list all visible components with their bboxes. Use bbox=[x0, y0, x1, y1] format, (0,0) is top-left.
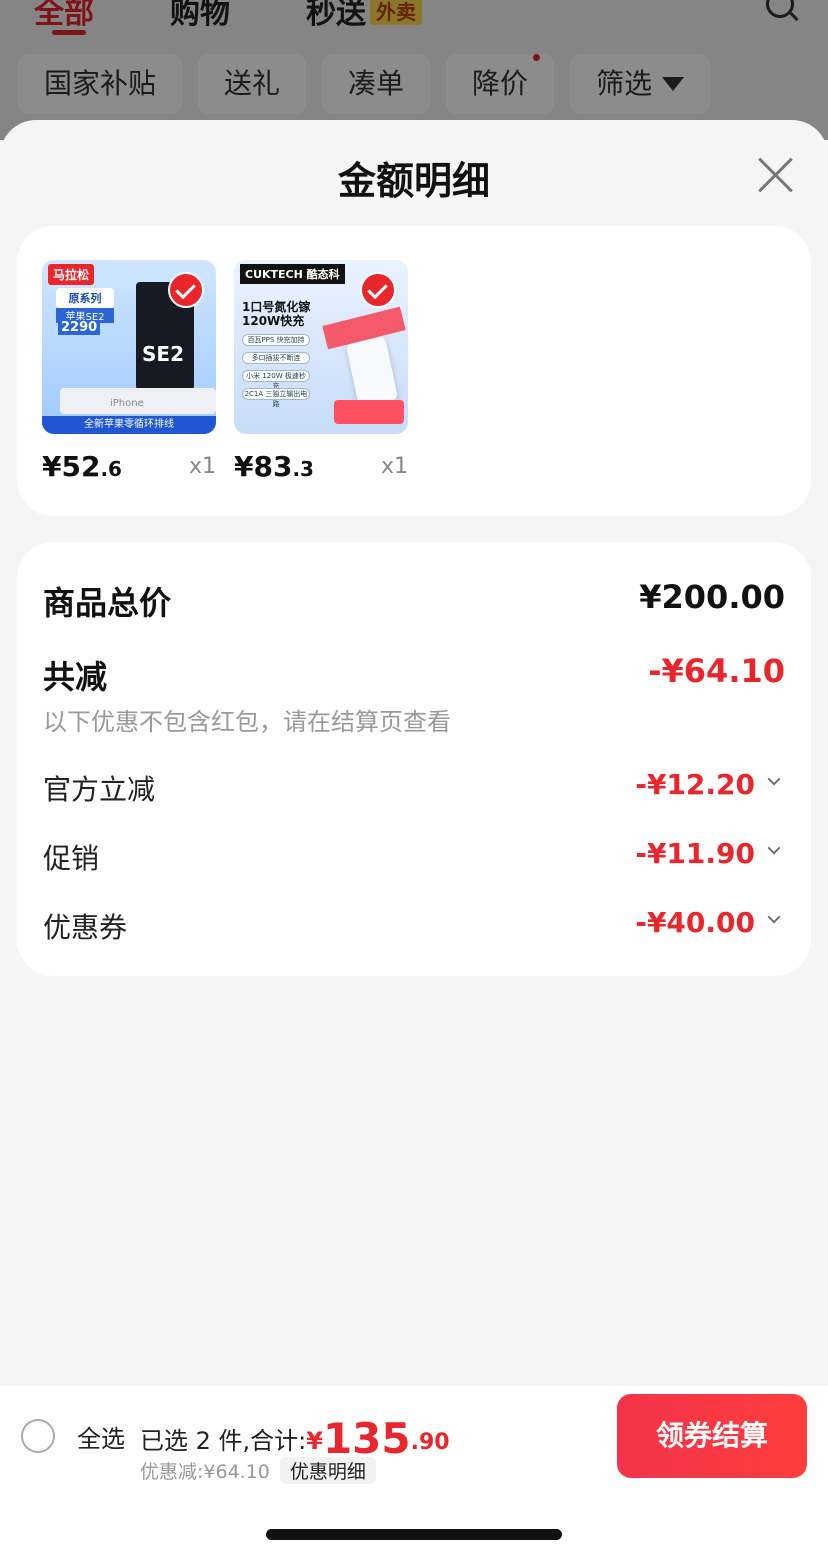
checkout-bar: 全选 已选 2 件,合计:¥135.90 优惠减:¥64.10 优惠明细 领券结算 bbox=[0, 1386, 828, 1486]
home-indicator[interactable] bbox=[266, 1529, 562, 1540]
reduction-note: 以下优惠不包含红包，请在结算页查看 bbox=[43, 708, 451, 736]
discount-label: 官方立减 bbox=[43, 773, 156, 806]
selected-count-text: 已选 2 件,合计: bbox=[140, 1427, 307, 1455]
discount-summary: 优惠减:¥64.10 优惠明细 bbox=[140, 1457, 376, 1484]
product-art-feature: 2C1A 三独立输出电路 bbox=[242, 388, 310, 408]
product-quantity: x1 bbox=[188, 454, 216, 479]
product-image[interactable]: CUKTECH 酷态科 1口号氮化镓 120W快充 百瓦PPS 快充加持 多口插… bbox=[234, 260, 408, 434]
product-item[interactable]: 马拉松 原系列 苹果SE2 2290 SE2 iPhone 全新苹果零循环排线 … bbox=[42, 260, 216, 483]
product-art-feature: 百瓦PPS 快充加持 bbox=[242, 334, 310, 346]
product-art-foot: 全新苹果零循环排线 bbox=[42, 416, 216, 434]
selected-check-icon[interactable] bbox=[360, 272, 396, 308]
product-quantity: x1 bbox=[380, 454, 408, 479]
select-all-radio[interactable] bbox=[21, 1419, 55, 1453]
product-art-feature: 小米 120W 极速秒充 bbox=[242, 370, 310, 390]
total-price-label: 商品总价 bbox=[43, 584, 172, 622]
price-decimal: .3 bbox=[292, 457, 314, 481]
price-summary: 商品总价 ¥200.00 共减 -¥64.10 以下优惠不包含红包，请在结算页查… bbox=[17, 542, 811, 976]
product-art-capacity: 2290 bbox=[58, 320, 101, 335]
discount-value: -¥12.20 bbox=[635, 768, 755, 801]
product-art-base: iPhone bbox=[60, 388, 216, 414]
home-indicator-area bbox=[0, 1486, 828, 1558]
overlay-dim[interactable] bbox=[0, 0, 828, 140]
price-int: ¥52 bbox=[42, 450, 101, 483]
brand-logo: 马拉松 bbox=[48, 264, 95, 285]
price-decimal: .6 bbox=[100, 457, 122, 481]
select-all-label[interactable]: 全选 bbox=[77, 1419, 125, 1454]
sheet-title: 金额明细 bbox=[337, 159, 490, 203]
discount-value: -¥11.90 bbox=[635, 837, 755, 870]
selected-check-icon[interactable] bbox=[168, 272, 204, 308]
product-list: 马拉松 原系列 苹果SE2 2290 SE2 iPhone 全新苹果零循环排线 … bbox=[17, 226, 811, 516]
product-price: ¥52.6 bbox=[42, 450, 122, 483]
discount-label: 优惠券 bbox=[43, 911, 128, 944]
product-art-foot bbox=[334, 400, 404, 424]
discount-detail-button[interactable]: 优惠明细 bbox=[279, 1457, 376, 1484]
sum-decimal: .90 bbox=[410, 1430, 450, 1455]
sum-currency: ¥ bbox=[306, 1427, 323, 1455]
brand-logo: CUKTECH 酷态科 bbox=[240, 264, 345, 284]
discount-value: -¥40.00 bbox=[635, 906, 755, 939]
product-art-feature: 多口插拔不断连 bbox=[242, 352, 310, 364]
product-item[interactable]: CUKTECH 酷态科 1口号氮化镓 120W快充 百瓦PPS 快充加持 多口插… bbox=[234, 260, 408, 483]
checkout-button[interactable]: 领券结算 bbox=[617, 1394, 807, 1478]
sum-integer: 135 bbox=[322, 1414, 411, 1463]
selected-summary: 已选 2 件,合计:¥135.90 bbox=[140, 1414, 450, 1463]
close-icon[interactable] bbox=[756, 156, 794, 194]
discount-label: 促销 bbox=[43, 842, 100, 875]
product-art-title: 1口号氮化镓 120W快充 bbox=[242, 300, 311, 328]
battery-model: SE2 bbox=[142, 342, 184, 366]
amount-detail-sheet: 金额明细 马拉松 原系列 苹果SE2 2290 SE2 iPhone 全新苹果零… bbox=[0, 120, 828, 1558]
product-art-label: 原系列 bbox=[56, 288, 114, 308]
discount-total-text: 优惠减:¥64.10 bbox=[140, 1461, 270, 1483]
product-image[interactable]: 马拉松 原系列 苹果SE2 2290 SE2 iPhone 全新苹果零循环排线 bbox=[42, 260, 216, 434]
total-price-value: ¥200.00 bbox=[639, 578, 785, 616]
price-int: ¥83 bbox=[234, 450, 293, 483]
total-reduction-label: 共减 bbox=[43, 658, 108, 696]
product-price: ¥83.3 bbox=[234, 450, 314, 483]
total-reduction-value: -¥64.10 bbox=[648, 652, 785, 690]
